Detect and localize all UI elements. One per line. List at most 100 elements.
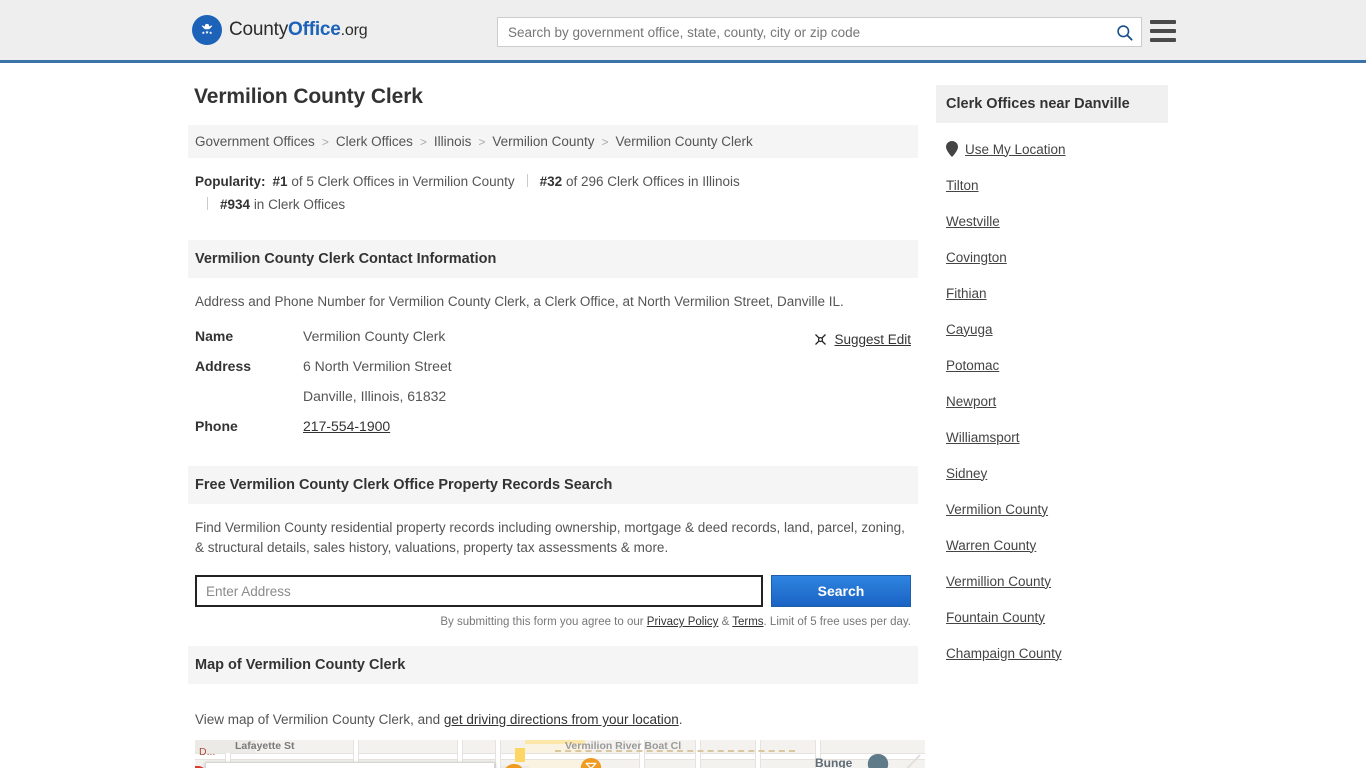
sidebar-link[interactable]: Vermilion County xyxy=(946,502,1048,517)
logo-text-org: .org xyxy=(340,22,368,39)
search-icon xyxy=(1116,24,1133,41)
logo-text-office: Office xyxy=(288,19,341,40)
sidebar-link[interactable]: Sidney xyxy=(946,466,987,481)
sidebar-item-newport[interactable]: Newport xyxy=(946,383,1158,419)
sidebar-link[interactable]: Champaign County xyxy=(946,646,1062,661)
content-row: Vermilion County Clerk Government Office… xyxy=(188,85,1178,768)
hamburger-bar-1 xyxy=(1150,20,1176,24)
driving-directions-link[interactable]: get driving directions from your locatio… xyxy=(444,712,679,727)
breadcrumb-item-clerk-offices[interactable]: Clerk Offices xyxy=(336,134,413,149)
table-row-phone: Phone 217-554-1900 xyxy=(195,418,452,448)
popularity-rank-national-text: in Clerk Offices xyxy=(253,197,346,212)
address-input[interactable] xyxy=(195,575,763,607)
map-pin-icon xyxy=(946,141,958,157)
sidebar-link[interactable]: Fithian xyxy=(946,286,987,301)
sidebar-link[interactable]: Warren County xyxy=(946,538,1036,553)
sidebar-item-cayuga[interactable]: Cayuga xyxy=(946,311,1158,347)
sidebar-item-use-my-location[interactable]: Use My Location xyxy=(946,131,1158,167)
popularity-rank-state-number: #32 xyxy=(539,174,563,189)
fineprint-amp: & xyxy=(718,616,733,628)
property-search-form: Search xyxy=(195,575,911,607)
contact-table: Name Vermilion County Clerk Address 6 No… xyxy=(195,328,452,448)
sidebar-link[interactable]: Newport xyxy=(946,394,996,409)
table-row-name: Name Vermilion County Clerk xyxy=(195,328,452,358)
main-column: Vermilion County Clerk Government Office… xyxy=(188,85,925,768)
map-note: View map of Vermilion County Clerk, and … xyxy=(195,712,911,727)
sidebar-item-westville[interactable]: Westville xyxy=(946,203,1158,239)
popularity-rank-county-text: of 5 Clerk Offices in Vermilion County xyxy=(291,174,515,189)
map-label-lafayette-st: Lafayette St xyxy=(235,740,295,752)
sidebar-item-champaign-county[interactable]: Champaign County xyxy=(946,635,1158,671)
breadcrumb-item-vermilion-county[interactable]: Vermilion County xyxy=(492,134,594,149)
hamburger-bar-3 xyxy=(1150,38,1176,42)
sidebar-link[interactable]: Vermillion County xyxy=(946,574,1051,589)
search-submit-button[interactable] xyxy=(1107,18,1141,46)
sidebar-item-fountain-county[interactable]: Fountain County xyxy=(946,599,1158,635)
sidebar-item-fithian[interactable]: Fithian xyxy=(946,275,1158,311)
property-search-body: Find Vermilion County residential proper… xyxy=(188,504,918,628)
contact-phone-link[interactable]: 217-554-1900 xyxy=(303,418,390,434)
contact-address-label: Address xyxy=(195,358,252,374)
popularity-label: Popularity: xyxy=(195,174,266,189)
map-road-vertical xyxy=(353,740,359,762)
fineprint-text-post: . Limit of 5 free uses per day. xyxy=(763,616,911,628)
contact-details: Suggest Edit Name Vermilion County Clerk… xyxy=(195,328,911,448)
sidebar-item-potomac[interactable]: Potomac xyxy=(946,347,1158,383)
sidebar-item-covington[interactable]: Covington xyxy=(946,239,1158,275)
popularity-rank-county: #1 of 5 Clerk Offices in Vermilion Count… xyxy=(273,174,515,189)
restaurant-pin[interactable] xyxy=(503,764,525,768)
sidebar-item-vermillion-county[interactable]: Vermillion County xyxy=(946,563,1158,599)
sidebar-item-tilton[interactable]: Tilton xyxy=(946,167,1158,203)
map-road-highlight xyxy=(515,748,525,762)
sidebar-item-vermilion-county[interactable]: Vermilion County xyxy=(946,491,1158,527)
page-title: Vermilion County Clerk xyxy=(194,85,423,108)
hamburger-menu-icon[interactable] xyxy=(1150,19,1176,43)
use-my-location-link[interactable]: Use My Location xyxy=(965,142,1066,157)
global-search-bar[interactable] xyxy=(497,17,1142,47)
map-infobox[interactable]: Vermilion County Clerk's Office xyxy=(205,762,495,768)
suggest-edit-link[interactable]: Suggest Edit xyxy=(813,332,911,347)
contact-description: Address and Phone Number for Vermilion C… xyxy=(195,294,844,309)
search-input[interactable] xyxy=(498,19,1107,45)
hamburger-bar-2 xyxy=(1150,29,1176,33)
privacy-policy-link[interactable]: Privacy Policy xyxy=(647,616,719,628)
site-logo[interactable]: CountyOffice.org xyxy=(192,15,368,45)
contact-section-body: Address and Phone Number for Vermilion C… xyxy=(188,278,918,448)
map-road-vertical xyxy=(457,740,463,762)
sidebar-link[interactable]: Fountain County xyxy=(946,610,1045,625)
page-body: Vermilion County Clerk Government Office… xyxy=(0,63,1366,768)
map-view[interactable]: D... Lafayette St Vermilion River Boat C… xyxy=(195,740,925,768)
sidebar-link[interactable]: Tilton xyxy=(946,178,979,193)
contact-address-line2: Danville, Illinois, 61832 xyxy=(303,388,447,404)
eagle-shield-icon xyxy=(192,15,222,45)
breadcrumb-separator-icon: > xyxy=(601,134,609,149)
sidebar-link[interactable]: Covington xyxy=(946,250,1007,265)
map-note-post: . xyxy=(678,712,683,727)
contact-name-label: Name xyxy=(195,328,234,344)
terms-link[interactable]: Terms xyxy=(732,616,763,628)
suggest-edit-icon xyxy=(815,334,827,345)
breadcrumb-item-vermilion-county-clerk[interactable]: Vermilion County Clerk xyxy=(615,134,752,149)
popularity-rank-county-number: #1 xyxy=(272,174,288,189)
breadcrumb: Government Offices > Clerk Offices > Ill… xyxy=(188,125,918,158)
breadcrumb-item-illinois[interactable]: Illinois xyxy=(434,134,472,149)
property-search-button[interactable]: Search xyxy=(771,575,911,607)
sidebar-link[interactable]: Potomac xyxy=(946,358,999,373)
contact-phone-cell: 217-554-1900 xyxy=(303,418,452,448)
bar-pin[interactable] xyxy=(580,758,602,768)
map-label-bunge: Bunge xyxy=(815,756,853,768)
map-note-pre: View map of Vermilion County Clerk, and xyxy=(195,712,444,727)
sidebar-link[interactable]: Westville xyxy=(946,214,1000,229)
contact-phone-label: Phone xyxy=(195,418,238,434)
map-road-vertical xyxy=(755,740,761,768)
sidebar-item-williamsport[interactable]: Williamsport xyxy=(946,419,1158,455)
sidebar-link[interactable]: Cayuga xyxy=(946,322,993,337)
bunge-pin[interactable] xyxy=(867,754,889,768)
popularity-stats: Popularity: #1 of 5 Clerk Offices in Verm… xyxy=(188,158,918,222)
breadcrumb-item-government-offices[interactable]: Government Offices xyxy=(195,134,315,149)
sidebar-link[interactable]: Williamsport xyxy=(946,430,1020,445)
breadcrumb-separator-icon: > xyxy=(419,134,427,149)
map-label-vermilion-river: Vermilion River Boat Cl xyxy=(565,740,682,752)
sidebar-item-warren-county[interactable]: Warren County xyxy=(946,527,1158,563)
sidebar-item-sidney[interactable]: Sidney xyxy=(946,455,1158,491)
